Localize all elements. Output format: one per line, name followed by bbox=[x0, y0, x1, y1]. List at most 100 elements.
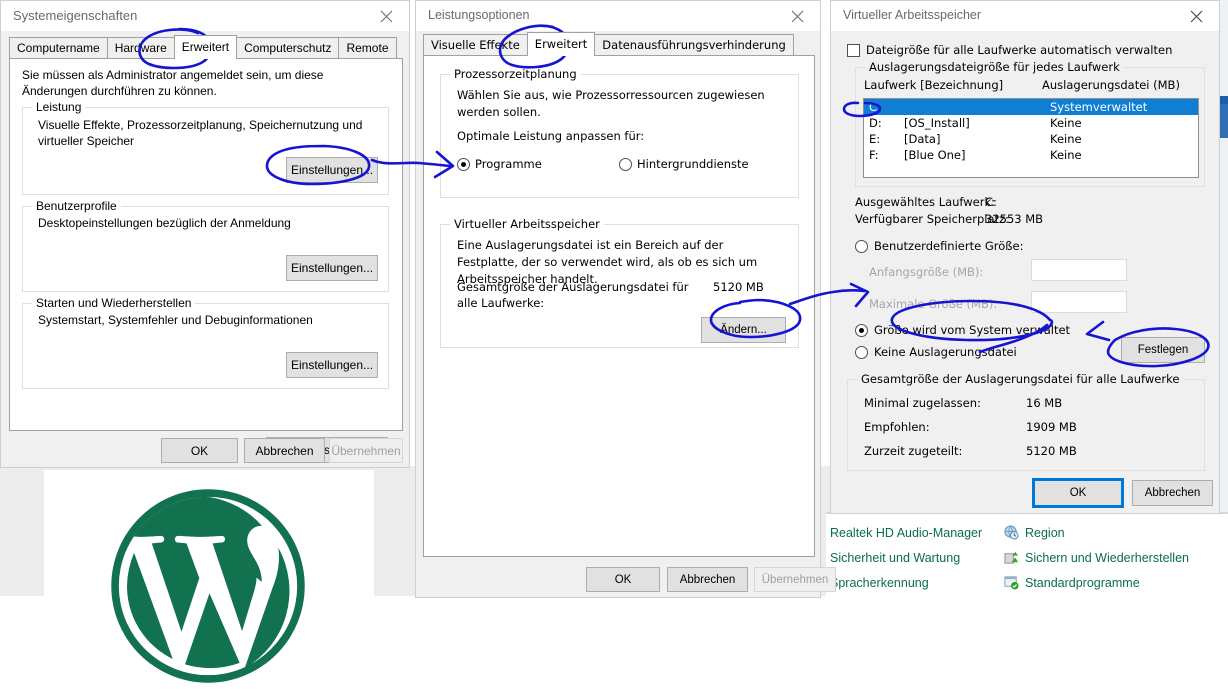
cp-link-label: Sicherheit und Wartung bbox=[830, 550, 961, 565]
vm-body: Dateigröße für alle Laufwerke automatisc… bbox=[831, 31, 1219, 471]
summary-current-value: 5120 MB bbox=[1026, 444, 1077, 458]
cp-link-speech[interactable]: Spracherkennung bbox=[830, 570, 982, 595]
perfopts-apply-button: Übernehmen bbox=[754, 567, 836, 592]
tab-remote[interactable]: Remote bbox=[338, 37, 397, 59]
group-leistung-description: Visuelle Effekte, Prozessorzeitplanung, … bbox=[38, 118, 363, 148]
tab-computername[interactable]: Computername bbox=[9, 37, 108, 59]
titlebar-performance-options[interactable]: Leistungsoptionen bbox=[416, 1, 820, 31]
max-size-input[interactable] bbox=[1031, 291, 1127, 313]
selected-drive-label: Ausgewähltes Laufwerk: bbox=[855, 195, 996, 209]
drive-label: [Data] bbox=[904, 132, 941, 146]
backup-icon bbox=[1004, 550, 1019, 565]
perfopts-cancel-button[interactable]: Abbrechen bbox=[667, 567, 748, 592]
cp-link-label: Spracherkennung bbox=[830, 575, 929, 590]
cp-link-region[interactable]: Region bbox=[1004, 520, 1189, 545]
cp-link-label: Region bbox=[1025, 525, 1065, 540]
sysprops-ok-button[interactable]: OK bbox=[161, 438, 238, 463]
cp-link-realtek[interactable]: Realtek HD Audio-Manager bbox=[830, 520, 982, 545]
cp-link-security[interactable]: Sicherheit und Wartung bbox=[830, 545, 982, 570]
leistung-einstellungen-button[interactable]: Einstellungen... bbox=[286, 157, 378, 183]
drive-pagefile: Keine bbox=[1050, 116, 1082, 130]
radio-system-managed-label: Größe wird vom System verwaltet bbox=[874, 323, 1071, 337]
cp-link-defaultprograms[interactable]: Standardprogramme bbox=[1004, 570, 1189, 595]
starten-einstellungen-button[interactable]: Einstellungen... bbox=[286, 352, 378, 378]
close-icon[interactable] bbox=[365, 1, 409, 31]
max-size-label: Maximale Größe (MB): bbox=[869, 297, 998, 311]
group-starten-wiederherstellen: Starten und Wiederherstellen Systemstart… bbox=[22, 296, 389, 389]
table-row[interactable]: F: [Blue One] Keine bbox=[864, 147, 1198, 163]
tab-visuelle-effekte[interactable]: Visuelle Effekte bbox=[423, 34, 528, 56]
titlebar-system-properties[interactable]: Systemeigenschaften bbox=[1, 1, 409, 31]
group-pagefile-per-drive: Auslagerungsdateigröße für jedes Laufwer… bbox=[855, 60, 1205, 187]
vmem-cancel-button[interactable]: Abbrechen bbox=[1132, 480, 1213, 506]
cp-link-label: Standardprogramme bbox=[1025, 575, 1140, 590]
titlebar-virtual-memory[interactable]: Virtueller Arbeitsspeicher bbox=[831, 1, 1219, 31]
cp-link-label: Realtek HD Audio-Manager bbox=[830, 525, 983, 540]
benutzerprofile-einstellungen-button[interactable]: Einstellungen... bbox=[286, 255, 378, 281]
group-prozessorzeitplanung-title: Prozessorzeitplanung bbox=[450, 67, 581, 81]
window-performance-options[interactable]: Leistungsoptionen Visuelle Effekte Erwei… bbox=[415, 0, 836, 598]
tabstrip-system-properties[interactable]: Computername Hardware Erweitert Computer… bbox=[9, 35, 397, 59]
close-icon[interactable] bbox=[776, 1, 820, 31]
tab-hardware[interactable]: Hardware bbox=[106, 37, 175, 59]
column-header-pagefile: Auslagerungsdatei (MB) bbox=[1042, 78, 1180, 92]
summary-recommended-label: Empfohlen: bbox=[864, 420, 930, 434]
tabpanel-erweitert: Prozessorzeitplanung Wählen Sie aus, wie… bbox=[423, 55, 815, 557]
group-starten-title: Starten und Wiederherstellen bbox=[32, 296, 196, 310]
drive-pagefile: Keine bbox=[1050, 132, 1082, 146]
window-title: Virtueller Arbeitsspeicher bbox=[843, 8, 982, 22]
close-icon[interactable] bbox=[1175, 1, 1219, 31]
vm-total-label-line2: alle Laufwerke: bbox=[457, 296, 545, 310]
window-title: Leistungsoptionen bbox=[428, 8, 530, 22]
free-space-value: 32553 MB bbox=[985, 212, 1044, 226]
radio-custom-size-indicator[interactable] bbox=[855, 240, 868, 253]
radio-no-pagefile-label: Keine Auslagerungsdatei bbox=[874, 345, 1017, 359]
table-row[interactable]: C: Systemverwaltet bbox=[864, 99, 1198, 115]
column-header-drive: Laufwerk [Bezeichnung] bbox=[864, 78, 1004, 92]
radio-programme-indicator[interactable] bbox=[457, 158, 470, 171]
tab-erweitert[interactable]: Erweitert bbox=[173, 35, 238, 59]
initial-size-input[interactable] bbox=[1031, 259, 1127, 281]
summary-min-label: Minimal zugelassen: bbox=[864, 396, 981, 410]
window-virtual-memory[interactable]: Virtueller Arbeitsspeicher Dateigröße fü… bbox=[830, 0, 1220, 514]
drive-label: [OS_Install] bbox=[904, 116, 970, 130]
table-row[interactable]: D: [OS_Install] Keine bbox=[864, 115, 1198, 131]
group-leistung-title: Leistung bbox=[32, 100, 86, 114]
radio-no-pagefile-indicator[interactable] bbox=[855, 346, 868, 359]
sysprops-apply-button: Übernehmen bbox=[329, 438, 403, 463]
checkbox-auto-manage-indicator[interactable] bbox=[847, 44, 860, 57]
radio-custom-size-label: Benutzerdefinierte Größe: bbox=[874, 239, 1024, 253]
tab-datenausfuehrungsverhinderung[interactable]: Datenausführungsverhinderung bbox=[594, 34, 794, 56]
window-system-properties[interactable]: Systemeigenschaften Computername Hardwar… bbox=[0, 0, 410, 468]
vm-total-value: 5120 MB bbox=[713, 280, 764, 294]
drive-letter: C: bbox=[869, 100, 881, 114]
table-row[interactable]: E: [Data] Keine bbox=[864, 131, 1198, 147]
drive-label: [Blue One] bbox=[904, 148, 966, 162]
tab-erweitert[interactable]: Erweitert bbox=[526, 32, 596, 56]
radio-hintergrunddienste-label: Hintergrunddienste bbox=[637, 157, 749, 171]
tab-computerschutz[interactable]: Computerschutz bbox=[236, 37, 340, 59]
perfopts-ok-button[interactable]: OK bbox=[586, 567, 660, 592]
checkbox-auto-manage-label: Dateigröße für alle Laufwerke automatisc… bbox=[866, 43, 1173, 57]
festlegen-button[interactable]: Festlegen bbox=[1121, 337, 1205, 363]
processor-subtitle: Optimale Leistung anpassen für: bbox=[457, 129, 645, 143]
radio-system-managed-indicator[interactable] bbox=[855, 324, 868, 337]
radio-hintergrunddienste-indicator[interactable] bbox=[619, 158, 632, 171]
vmem-ok-button[interactable]: OK bbox=[1032, 478, 1124, 508]
cp-link-backup[interactable]: Sichern und Wiederherstellen bbox=[1004, 545, 1189, 570]
aendern-button[interactable]: Ändern... bbox=[701, 317, 786, 343]
sysprops-cancel-button[interactable]: Abbrechen bbox=[244, 438, 325, 463]
tabstrip-performance-options[interactable]: Visuelle Effekte Erweitert Datenausführu… bbox=[423, 32, 794, 56]
vm-total-label-line1: Gesamtgröße der Auslagerungsdatei für bbox=[457, 280, 689, 294]
wordpress-logo bbox=[108, 486, 308, 686]
processor-description: Wählen Sie aus, wie Prozessorressourcen … bbox=[457, 88, 765, 119]
drive-listbox[interactable]: C: Systemverwaltet D: [OS_Install] Keine… bbox=[863, 98, 1199, 178]
window-title: Systemeigenschaften bbox=[13, 8, 138, 23]
summary-recommended-value: 1909 MB bbox=[1026, 420, 1077, 434]
initial-size-label: Anfangsgröße (MB): bbox=[869, 265, 984, 279]
group-benutzerprofile: Benutzerprofile Desktopeinstellungen bez… bbox=[22, 199, 389, 292]
group-benutzerprofile-title: Benutzerprofile bbox=[32, 199, 121, 213]
group-virtueller-arbeitsspeicher: Virtueller Arbeitsspeicher Eine Auslager… bbox=[440, 217, 799, 348]
globe-clock-icon bbox=[1004, 525, 1019, 540]
group-total-summary: Gesamtgröße der Auslagerungsdatei für al… bbox=[847, 372, 1205, 471]
